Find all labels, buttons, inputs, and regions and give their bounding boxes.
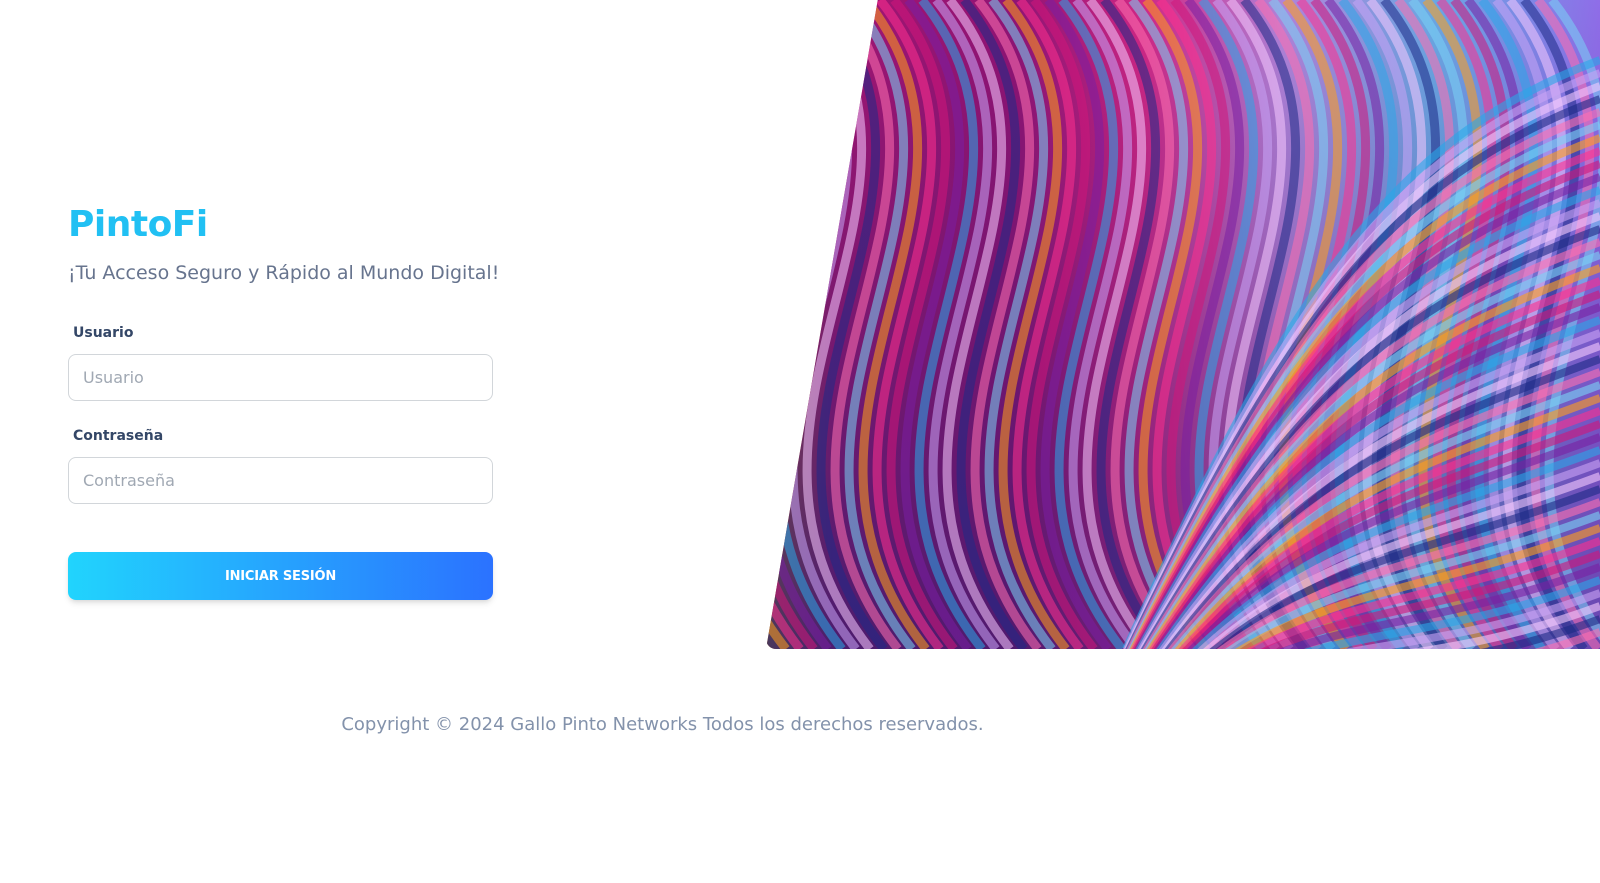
login-form: Usuario Contraseña INICIAR SESIÓN: [68, 320, 493, 600]
username-group: Usuario: [68, 320, 493, 401]
footer-copyright: Copyright © 2024 Gallo Pinto Networks To…: [341, 714, 984, 735]
login-page: PintoFi ¡Tu Acceso Seguro y Rápido al Mu…: [0, 0, 1600, 883]
brand-tagline: ¡Tu Acceso Seguro y Rápido al Mundo Digi…: [68, 262, 500, 284]
username-input[interactable]: [68, 354, 493, 401]
abstract-waves-image: [766, 0, 1600, 649]
password-group: Contraseña: [68, 423, 493, 504]
login-button[interactable]: INICIAR SESIÓN: [68, 552, 493, 600]
brand-title: PintoFi: [68, 204, 208, 245]
password-label: Contraseña: [73, 428, 164, 444]
username-label: Usuario: [73, 325, 134, 341]
password-input[interactable]: [68, 457, 493, 504]
hero-artwork-image: [766, 0, 1600, 649]
